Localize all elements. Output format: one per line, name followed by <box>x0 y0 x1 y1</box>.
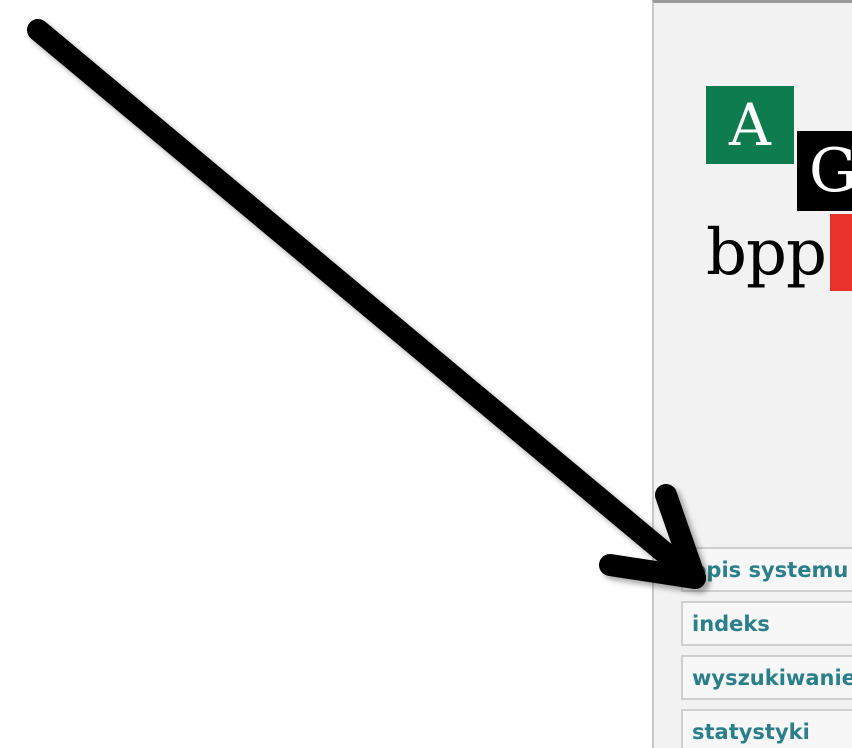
screenshot-stage: A G bpp opis systemu indeks wyszukiwanie… <box>0 0 852 748</box>
logo-red-block <box>830 214 852 291</box>
logo-letter-g: G <box>797 131 852 211</box>
arrow-shaft <box>27 19 706 589</box>
logo-word: bpp <box>706 216 827 290</box>
site-logo[interactable]: A G bpp <box>654 3 852 323</box>
logo-letter-g-text: G <box>809 136 852 206</box>
menu-item-wyszukiwanie[interactable]: wyszukiwanie <box>681 655 852 700</box>
website-panel: A G bpp opis systemu indeks wyszukiwanie… <box>652 0 852 748</box>
logo-letter-a-text: A <box>729 91 771 159</box>
menu-item-statystyki[interactable]: statystyki <box>681 709 852 748</box>
logo-letter-a: A <box>706 86 794 164</box>
menu-item-indeks[interactable]: indeks <box>681 601 852 646</box>
menu-item-opis-systemu[interactable]: opis systemu <box>681 547 852 592</box>
